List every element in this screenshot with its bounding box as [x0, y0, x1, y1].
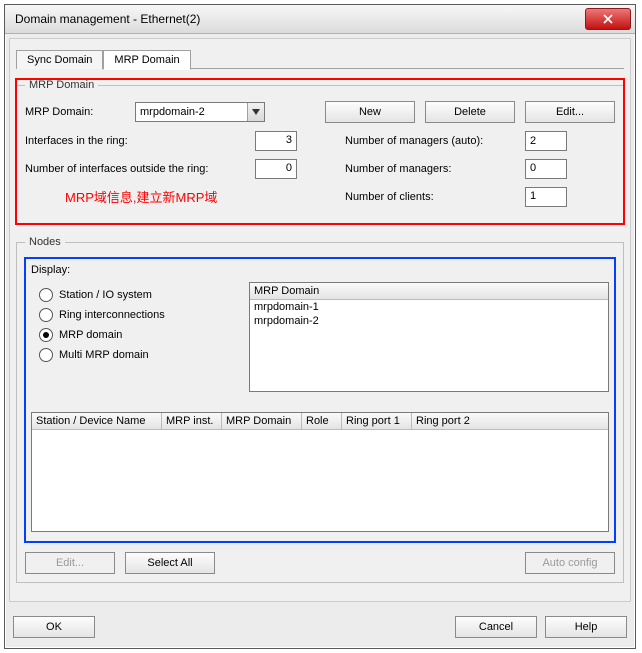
mrp-domain-listbox[interactable]: MRP Domain mrpdomain-1 mrpdomain-2	[249, 282, 609, 392]
interfaces-in-ring-label: Interfaces in the ring:	[25, 135, 255, 147]
radio-icon	[39, 348, 53, 362]
radio-ring-interconnections[interactable]: Ring interconnections	[39, 308, 249, 322]
client-area: Sync Domain MRP Domain MRP Domain MRP Do…	[9, 38, 631, 602]
edit-button[interactable]: Edit...	[525, 101, 615, 123]
managers-auto-label: Number of managers (auto):	[345, 135, 525, 147]
clients-value: 1	[525, 187, 567, 207]
nodes-group: Nodes Display: Station / IO system Ring …	[16, 236, 624, 583]
tab-strip: Sync Domain MRP Domain	[16, 47, 624, 69]
display-label: Display:	[31, 264, 609, 276]
table-header-row: Station / Device Name MRP inst. MRP Doma…	[32, 413, 608, 430]
mrp-domain-legend: MRP Domain	[25, 79, 98, 91]
list-item[interactable]: mrpdomain-2	[250, 314, 608, 328]
delete-button[interactable]: Delete	[425, 101, 515, 123]
interfaces-outside-label: Number of interfaces outside the ring:	[25, 163, 255, 175]
mrp-domain-combo-value: mrpdomain-2	[140, 106, 205, 118]
radio-multi-mrp-label: Multi MRP domain	[59, 349, 149, 361]
col-role[interactable]: Role	[302, 413, 342, 429]
nodes-edit-button: Edit...	[25, 552, 115, 574]
help-button[interactable]: Help	[545, 616, 627, 638]
radio-multi-mrp-domain[interactable]: Multi MRP domain	[39, 348, 249, 362]
interfaces-outside-value: 0	[255, 159, 297, 179]
select-all-button[interactable]: Select All	[125, 552, 215, 574]
managers-auto-input[interactable]	[525, 131, 567, 151]
clients-label: Number of clients:	[345, 191, 525, 203]
radio-icon	[39, 328, 53, 342]
list-header: MRP Domain	[250, 283, 608, 300]
window-title: Domain management - Ethernet(2)	[15, 12, 200, 26]
managers-value: 0	[525, 159, 567, 179]
nodes-legend: Nodes	[25, 236, 65, 248]
radio-mrp-domain[interactable]: MRP domain	[39, 328, 249, 342]
col-station-device-name[interactable]: Station / Device Name	[32, 413, 162, 429]
tab-sync-domain[interactable]: Sync Domain	[16, 50, 103, 69]
dialog-window: Domain management - Ethernet(2) Sync Dom…	[4, 4, 636, 649]
mrp-domain-combo[interactable]: mrpdomain-2	[135, 102, 265, 122]
radio-icon	[39, 288, 53, 302]
tab-sync-label: Sync Domain	[27, 54, 92, 66]
ok-button[interactable]: OK	[13, 616, 95, 638]
radio-station-io-label: Station / IO system	[59, 289, 152, 301]
radio-mrp-domain-label: MRP domain	[59, 329, 122, 341]
managers-label: Number of managers:	[345, 163, 525, 175]
col-mrp-domain[interactable]: MRP Domain	[222, 413, 302, 429]
nodes-table[interactable]: Station / Device Name MRP inst. MRP Doma…	[31, 412, 609, 532]
mrp-domain-label: MRP Domain:	[25, 106, 135, 118]
tab-mrp-label: MRP Domain	[114, 54, 179, 66]
col-ring-port-2[interactable]: Ring port 2	[412, 413, 608, 429]
close-icon	[603, 14, 613, 24]
titlebar: Domain management - Ethernet(2)	[5, 5, 635, 34]
interfaces-in-ring-value: 3	[255, 131, 297, 151]
auto-config-button: Auto config	[525, 552, 615, 574]
cancel-button[interactable]: Cancel	[455, 616, 537, 638]
dialog-button-bar: OK Cancel Help	[5, 606, 635, 648]
annotation-text: MRP域信息,建立新MRP域	[65, 187, 217, 206]
mrp-domain-group: MRP Domain MRP Domain: mrpdomain-2 New D…	[16, 79, 624, 224]
radio-ring-inter-label: Ring interconnections	[59, 309, 165, 321]
col-ring-port-1[interactable]: Ring port 1	[342, 413, 412, 429]
tab-mrp-domain[interactable]: MRP Domain	[103, 50, 190, 70]
close-button[interactable]	[585, 8, 631, 30]
col-mrp-inst[interactable]: MRP inst.	[162, 413, 222, 429]
radio-icon	[39, 308, 53, 322]
new-button[interactable]: New	[325, 101, 415, 123]
chevron-down-icon	[247, 103, 264, 121]
radio-station-io[interactable]: Station / IO system	[39, 288, 249, 302]
list-item[interactable]: mrpdomain-1	[250, 300, 608, 314]
